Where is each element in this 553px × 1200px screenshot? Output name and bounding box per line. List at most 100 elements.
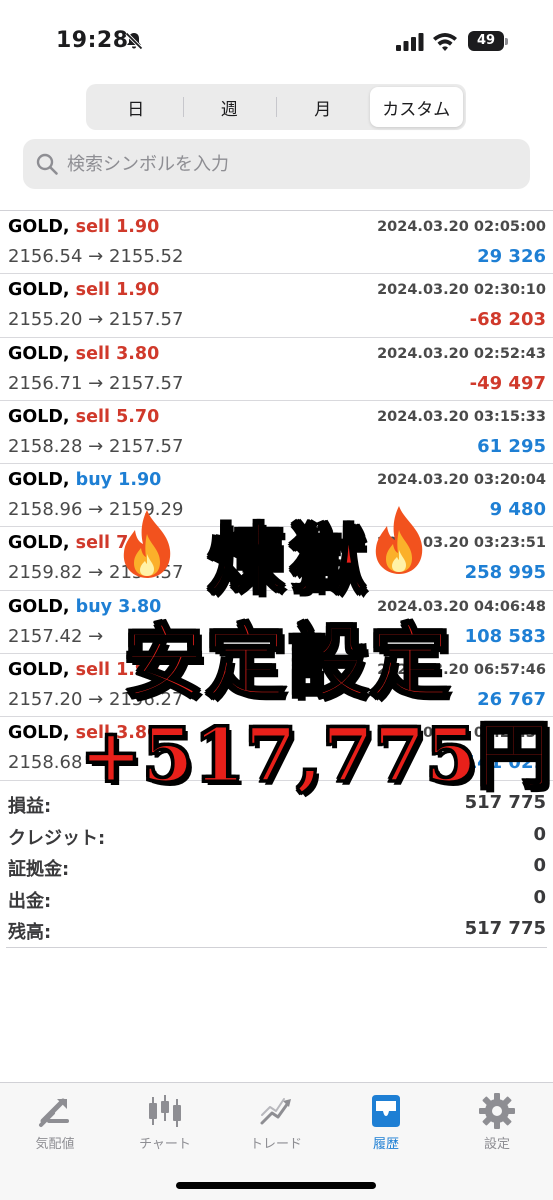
trade-open-price: 2158.28: [8, 435, 83, 457]
gear-icon: [479, 1093, 515, 1129]
arrow-icon: →: [88, 435, 104, 457]
trade-icon: [260, 1098, 291, 1125]
trade-profit: 61 295: [477, 435, 546, 457]
trade-symbol: GOLD,: [8, 660, 70, 681]
arrow-icon: →: [88, 309, 104, 331]
tab-label: トレード: [249, 1137, 302, 1152]
arrow-icon: →: [88, 752, 104, 774]
trade-side: sell: [75, 533, 110, 554]
trade-open-price: 2155.20: [8, 309, 83, 331]
segment-month[interactable]: 月: [276, 87, 370, 127]
trade-close-price: 2155.52: [109, 246, 184, 267]
trade-row[interactable]: GOLD, sell 1.90 2024.03.20 06:57:46 2157.2…: [0, 654, 553, 718]
trade-close-price: 2157.57: [109, 309, 184, 331]
summary-label: 残高:: [8, 922, 52, 943]
trade-symbol-line: GOLD, sell 1.90: [8, 217, 159, 237]
home-indicator: [176, 1182, 376, 1189]
trade-open-price: 2157.42: [8, 625, 83, 647]
tab-chart[interactable]: チャート: [115, 1091, 215, 1152]
trade-open-price: 2158.68: [8, 752, 83, 774]
trade-symbol: GOLD,: [8, 217, 70, 237]
trade-row[interactable]: GOLD, sell 1.90 2024.03.20 02:05:00 2156.5…: [0, 211, 553, 275]
trade-open-price: 2159.82: [8, 562, 83, 584]
trade-history-list: GOLD, sell 1.90 2024.03.20 02:05:00 2156.5…: [0, 211, 553, 781]
trade-row[interactable]: GOLD, sell 1.90 2024.03.20 02:30:10 2155.2…: [0, 274, 553, 338]
summary-divider: [6, 947, 547, 948]
tab-label: 履歴: [372, 1137, 399, 1152]
tab-settings[interactable]: 設定: [447, 1091, 547, 1152]
trade-symbol: GOLD,: [8, 596, 70, 617]
tab-history[interactable]: 履歴: [336, 1091, 436, 1152]
trade-datetime: 2024.03.20 03:15:33: [377, 408, 546, 425]
arrow-icon: →: [88, 562, 104, 584]
trade-symbol-line: GOLD, sell 3.80: [8, 344, 159, 364]
trade-symbol-line: GOLD, buy 3.80: [8, 597, 161, 617]
trade-prices: 2158.96 → 2159.29: [8, 499, 183, 520]
trade-symbol: GOLD,: [8, 280, 70, 301]
trade-symbol: GOLD,: [8, 343, 70, 364]
summary-label: 損益:: [8, 796, 52, 817]
trade-profit: 9 480: [489, 499, 546, 521]
symbol-search-input[interactable]: [67, 139, 517, 189]
status-time: 19:28: [56, 28, 129, 53]
trade-datetime: 2024.03.20 02:05:00: [377, 219, 546, 235]
summary-label: 出金:: [8, 890, 52, 912]
trade-close-price: 2156.27: [109, 689, 184, 711]
segment-custom[interactable]: カスタム: [369, 87, 463, 127]
trade-datetime: 2024.03.20 03:23:51: [377, 535, 546, 552]
trade-volume: 1.90: [118, 470, 162, 491]
trade-volume: 1.90: [116, 217, 160, 237]
trade-prices: 2155.20 → 2157.57: [8, 309, 183, 330]
trade-datetime: 2024.03.20 09:26:39: [377, 725, 546, 742]
trade-side: sell: [75, 343, 110, 364]
tab-label: 気配値: [35, 1137, 75, 1152]
segment-week[interactable]: 週: [182, 87, 277, 127]
trade-prices: 2158.68 →: [8, 752, 103, 773]
trade-close-price: 2157.57: [109, 372, 184, 394]
trade-volume: 7.: [116, 533, 135, 554]
period-segmented-control: 日 週 月 カスタム: [86, 84, 466, 130]
trade-open-price: 2156.71: [8, 372, 83, 394]
trade-profit: 108 583: [464, 625, 546, 647]
summary-row: 損益: 517 775: [0, 790, 553, 822]
summary-value: 0: [533, 855, 546, 876]
tab-trade[interactable]: トレード: [226, 1091, 326, 1152]
trade-symbol-line: GOLD, buy 1.90: [8, 470, 161, 490]
wifi-icon: [433, 33, 457, 51]
tab-label: チャート: [139, 1137, 191, 1152]
trade-symbol-line: GOLD, sell 1.90: [8, 280, 159, 300]
status-bar: 19:28 49: [0, 0, 553, 80]
trade-prices: 2157.20 → 2156.27: [8, 689, 183, 710]
trade-profit: -68 203: [469, 309, 546, 331]
arrow-icon: →: [88, 499, 104, 521]
trade-row[interactable]: GOLD, sell 5.70 2024.03.20 03:15:33 2158.2…: [0, 401, 553, 465]
summary-row: 証拠金: 0: [0, 853, 553, 885]
trade-row[interactable]: GOLD, sell 3.80 2024.03.20 09:26:39 2158.6…: [0, 717, 553, 781]
battery-icon: 49: [468, 31, 508, 51]
summary-row: 出金: 0: [0, 885, 553, 917]
segment-day[interactable]: 日: [89, 87, 183, 127]
trade-prices: 2157.42 →: [8, 626, 103, 647]
trade-row[interactable]: GOLD, sell 3.80 2024.03.20 02:52:43 2156.7…: [0, 338, 553, 401]
history-inbox-icon: [372, 1095, 400, 1127]
summary-value: 517 775: [464, 792, 546, 813]
tab-quotes[interactable]: 気配値: [5, 1091, 105, 1152]
trade-open-price: 2157.20: [8, 689, 83, 711]
summary-row: クレジット: 0: [0, 822, 553, 854]
trade-side: sell: [75, 217, 110, 237]
trade-datetime: 2024.03.20 03:20:04: [377, 472, 546, 489]
trade-row[interactable]: GOLD, buy 1.90 2024.03.20 03:20:04 2158.96…: [0, 464, 553, 528]
trade-symbol: GOLD,: [8, 470, 70, 491]
trade-side: buy: [75, 596, 113, 617]
trade-symbol: GOLD,: [8, 723, 70, 744]
summary-value: 517 775: [464, 918, 546, 939]
trade-volume: 3.80: [116, 723, 160, 744]
trade-row[interactable]: GOLD, sell 7. 2024.03.20 03:23:51 2159.82 …: [0, 527, 553, 591]
summary-value: 0: [533, 823, 546, 845]
trade-row[interactable]: GOLD, buy 3.80 2024.03.20 04:06:48 2157.42…: [0, 591, 553, 655]
tab-label: 設定: [483, 1137, 510, 1152]
arrow-icon: →: [88, 372, 104, 394]
trade-profit: 29 326: [477, 246, 546, 267]
arrow-icon: →: [88, 246, 104, 267]
bell-slash-icon: [125, 32, 143, 50]
